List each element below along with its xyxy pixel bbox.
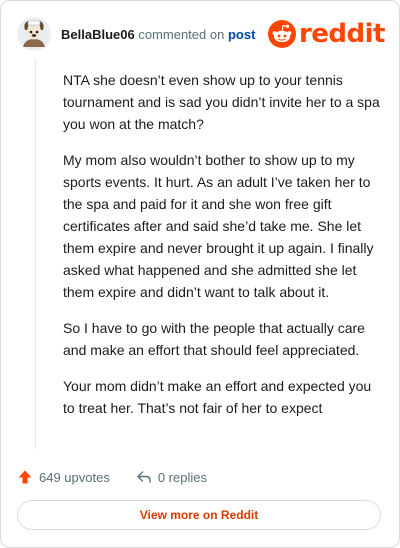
user-avatar[interactable] <box>17 17 51 51</box>
comment-paragraph: So I have to go with the people that act… <box>63 320 365 358</box>
reply-button[interactable]: 0 replies <box>136 469 207 485</box>
comment-meta: BellaBlue06 commented on post <box>61 27 255 43</box>
comment-body: NTA she doesn’t even show up to your ten… <box>63 69 381 433</box>
reddit-wordmark: reddit <box>298 19 386 49</box>
comment-paragraph: NTA she doesn’t even show up to your ten… <box>63 72 380 132</box>
username-link[interactable]: BellaBlue06 <box>61 27 135 42</box>
reply-count: 0 replies <box>157 469 207 485</box>
commented-on-text: commented on <box>138 27 225 42</box>
comment-header: BellaBlue06 commented on post reddit <box>17 17 386 53</box>
reddit-snoo-icon <box>267 20 296 48</box>
view-more-button[interactable]: View more on Reddit <box>17 500 381 530</box>
post-link[interactable]: post <box>228 27 255 42</box>
reply-icon <box>137 471 151 483</box>
upvote-arrow-icon <box>18 470 32 484</box>
avatar-icon <box>17 17 51 51</box>
thread-line <box>35 59 36 449</box>
comment-actions: 649 upvotes 0 replies <box>17 466 207 488</box>
comment-embed-card: BellaBlue06 commented on post reddit NTA… <box>0 0 400 548</box>
upvote-button[interactable]: 649 upvotes <box>17 469 110 485</box>
reddit-logo[interactable]: reddit <box>267 19 386 49</box>
upvote-count: 649 upvotes <box>39 469 110 485</box>
comment-paragraph: Your mom didn’t make an effort and expec… <box>63 378 372 416</box>
comment-paragraph: My mom also wouldn’t bother to show up t… <box>63 152 374 300</box>
